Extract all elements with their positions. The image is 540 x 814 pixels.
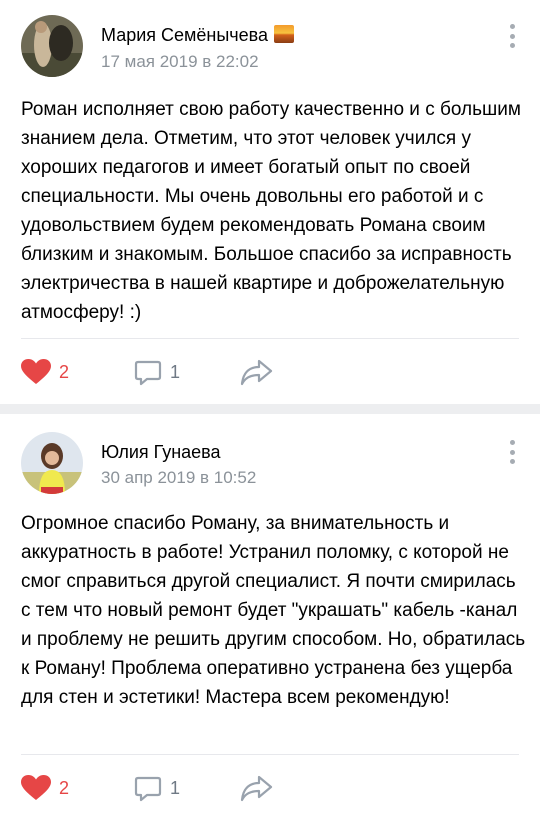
- heart-icon: [21, 775, 51, 800]
- post-card: Мария Семёнычева 17 мая 2019 в 22:02 Ром…: [0, 0, 540, 404]
- author-name[interactable]: Мария Семёнычева: [101, 25, 295, 46]
- post-date: 30 апр 2019 в 10:52: [101, 468, 257, 487]
- like-count: 2: [59, 361, 70, 382]
- heart-icon: [21, 359, 51, 384]
- post-separator: [0, 404, 540, 414]
- more-vertical-icon[interactable]: [508, 24, 516, 48]
- post-date: 17 мая 2019 в 22:02: [101, 52, 259, 71]
- post-text: Огромное спасибо Роману, за внимательнос…: [21, 513, 526, 708]
- comment-button[interactable]: 1: [134, 352, 180, 392]
- share-arrow-icon: [240, 359, 273, 386]
- author-name[interactable]: Юлия Гунаева: [101, 442, 221, 463]
- post-card: Юлия Гунаева 30 апр 2019 в 10:52 Огромно…: [0, 414, 540, 814]
- comment-count: 1: [170, 361, 181, 382]
- like-button[interactable]: 2: [21, 352, 69, 392]
- comment-icon: [134, 776, 162, 802]
- avatar[interactable]: [21, 432, 83, 494]
- share-button[interactable]: [240, 768, 274, 808]
- post-text: Роман исполняет свою работу качественно …: [21, 99, 521, 323]
- avatar[interactable]: [21, 15, 83, 77]
- sunset-emoji-icon: [274, 25, 295, 43]
- share-arrow-icon: [240, 775, 273, 802]
- comment-button[interactable]: 1: [134, 768, 180, 808]
- divider: [21, 754, 519, 755]
- like-button[interactable]: 2: [21, 768, 69, 808]
- comment-icon: [134, 360, 162, 386]
- more-vertical-icon[interactable]: [508, 440, 516, 464]
- comment-count: 1: [170, 777, 181, 798]
- like-count: 2: [59, 777, 70, 798]
- share-button[interactable]: [240, 352, 274, 392]
- divider: [21, 338, 519, 339]
- post-actions: 2 1: [0, 768, 540, 808]
- post-actions: 2 1: [0, 352, 540, 392]
